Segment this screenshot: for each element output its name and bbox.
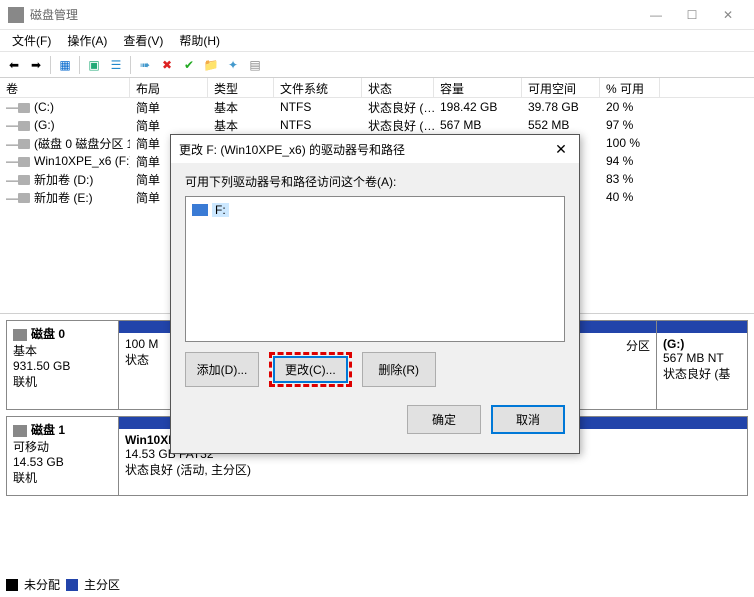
menu-help[interactable]: 帮助(H) (171, 30, 228, 51)
disk-icon (13, 425, 27, 437)
col-volume[interactable]: 卷 (0, 78, 130, 97)
app-icon (8, 7, 24, 23)
window-title: 磁盘管理 (30, 6, 638, 23)
forward-icon[interactable]: ➡ (26, 55, 46, 75)
drive-listbox[interactable]: F: (185, 196, 565, 342)
legend-unalloc-swatch (6, 579, 18, 591)
volume-row[interactable]: —(G:)简单基本NTFS状态良好 (…567 MB552 MB97 % (0, 116, 754, 134)
drive-item-f[interactable]: F: (190, 201, 560, 219)
minimize-button[interactable]: — (638, 5, 674, 25)
dialog-close-icon[interactable]: ✕ (551, 141, 571, 158)
col-pct[interactable]: % 可用 (600, 78, 660, 97)
help-icon[interactable]: ➠ (135, 55, 155, 75)
remove-button[interactable]: 删除(R) (362, 352, 436, 387)
drive-icon (192, 204, 208, 216)
view-icon[interactable]: ▦ (55, 55, 75, 75)
delete-icon[interactable]: ✖ (157, 55, 177, 75)
col-type[interactable]: 类型 (208, 78, 274, 97)
cancel-button[interactable]: 取消 (491, 405, 565, 434)
refresh-icon[interactable]: ▣ (84, 55, 104, 75)
disk-icon (13, 329, 27, 341)
volume-header: 卷 布局 类型 文件系统 状态 容量 可用空间 % 可用 (0, 78, 754, 98)
wizard-icon[interactable]: ✦ (223, 55, 243, 75)
legend-primary-swatch (66, 579, 78, 591)
dialog-prompt: 可用下列驱动器号和路径访问这个卷(A): (185, 173, 565, 190)
dialog-titlebar: 更改 F: (Win10XPE_x6) 的驱动器号和路径 ✕ (171, 135, 579, 163)
folder-icon[interactable]: 📁 (201, 55, 221, 75)
disk-1-info[interactable]: 磁盘 1 可移动 14.53 GB 联机 (7, 417, 119, 495)
menu-view[interactable]: 查看(V) (115, 30, 171, 51)
change-button-highlight: 更改(C)... (269, 352, 352, 387)
list-icon[interactable]: ▤ (245, 55, 265, 75)
ok-button[interactable]: 确定 (407, 405, 481, 434)
check-icon[interactable]: ✔ (179, 55, 199, 75)
col-fs[interactable]: 文件系统 (274, 78, 362, 97)
properties-icon[interactable]: ☰ (106, 55, 126, 75)
add-button[interactable]: 添加(D)... (185, 352, 259, 387)
close-button[interactable]: ✕ (710, 5, 746, 25)
col-layout[interactable]: 布局 (130, 78, 208, 97)
col-capacity[interactable]: 容量 (434, 78, 522, 97)
change-button[interactable]: 更改(C)... (273, 356, 348, 383)
menu-action[interactable]: 操作(A) (59, 30, 115, 51)
dialog-title: 更改 F: (Win10XPE_x6) 的驱动器号和路径 (179, 141, 551, 158)
disk-0-partition-g[interactable]: (G:) 567 MB NT 状态良好 (基 (657, 321, 747, 409)
legend: 未分配 主分区 (6, 576, 120, 593)
titlebar: 磁盘管理 — ☐ ✕ (0, 0, 754, 30)
disk-0-info[interactable]: 磁盘 0 基本 931.50 GB 联机 (7, 321, 119, 409)
maximize-button[interactable]: ☐ (674, 5, 710, 25)
col-status[interactable]: 状态 (362, 78, 434, 97)
col-free[interactable]: 可用空间 (522, 78, 600, 97)
back-icon[interactable]: ⬅ (4, 55, 24, 75)
change-drive-letter-dialog: 更改 F: (Win10XPE_x6) 的驱动器号和路径 ✕ 可用下列驱动器号和… (170, 134, 580, 454)
menu-file[interactable]: 文件(F) (4, 30, 59, 51)
volume-row[interactable]: —(C:)简单基本NTFS状态良好 (…198.42 GB39.78 GB20 … (0, 98, 754, 116)
menubar: 文件(F) 操作(A) 查看(V) 帮助(H) (0, 30, 754, 52)
toolbar: ⬅ ➡ ▦ ▣ ☰ ➠ ✖ ✔ 📁 ✦ ▤ (0, 52, 754, 78)
